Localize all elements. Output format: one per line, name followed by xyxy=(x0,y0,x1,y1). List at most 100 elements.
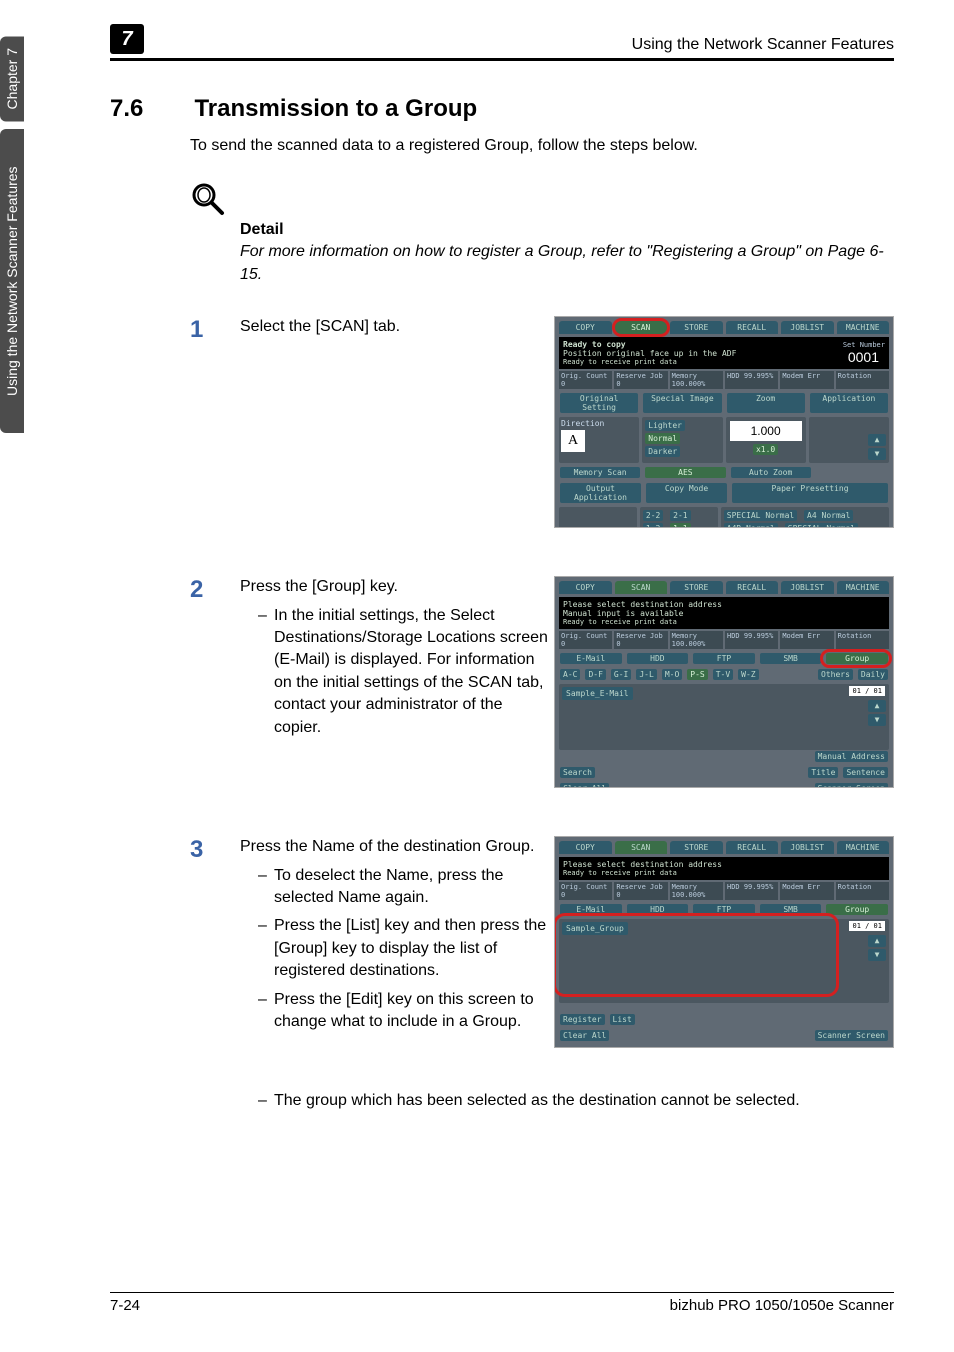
application-button[interactable]: Application xyxy=(810,393,888,413)
step-2-number: 2 xyxy=(190,576,234,604)
s3-banner-line2: Ready to receive print data xyxy=(563,869,722,877)
step-2-bullet-1: In the initial settings, the Select Dest… xyxy=(258,605,550,739)
s3-tab-scan[interactable]: SCAN xyxy=(615,841,668,854)
s2-alpha-6[interactable]: P-S xyxy=(687,669,707,680)
zoom-panel: 1.000 x1.0 xyxy=(726,417,806,463)
status-modem: Modem Err xyxy=(780,371,833,389)
s2-alpha-5[interactable]: M-O xyxy=(662,669,682,680)
darker-button[interactable]: Darker xyxy=(645,446,680,457)
tab-machine[interactable]: MACHINE xyxy=(837,321,890,334)
paper-4-button[interactable]: SPECIAL Normal xyxy=(785,523,858,528)
tab-store[interactable]: STORE xyxy=(670,321,723,334)
s3-tab-copy[interactable]: COPY xyxy=(559,841,612,854)
screenshot-scan-group: COPY SCAN STORE RECALL JOBLIST MACHINE P… xyxy=(554,836,894,1048)
copy-mode-label: Copy Mode xyxy=(646,483,727,503)
s3-list-item[interactable]: Sample_Group xyxy=(562,922,628,935)
copy-2-2-button[interactable]: 2-2 xyxy=(643,510,663,521)
memory-scan-button[interactable]: Memory Scan xyxy=(560,467,640,478)
s2-tab-copy[interactable]: COPY xyxy=(559,581,612,594)
s2-dest-smb[interactable]: SMB xyxy=(760,653,822,664)
s2-alpha-8[interactable]: W-Z xyxy=(738,669,758,680)
s2-tab-joblist[interactable]: JOBLIST xyxy=(781,581,834,594)
s3-tab-recall[interactable]: RECALL xyxy=(726,841,779,854)
special-image-button[interactable]: Special Image xyxy=(643,393,721,413)
s3-scanner-screen-button[interactable]: Scanner Screen xyxy=(815,1030,888,1041)
s3-dest-ftp[interactable]: FTP xyxy=(693,904,755,915)
s3-register-button[interactable]: Register xyxy=(560,1014,605,1025)
s2-arrow-up-icon[interactable]: ▲ xyxy=(868,700,886,712)
step-3: 3 Press the Name of the destination Grou… xyxy=(190,836,894,1086)
copy-2-1-button[interactable]: 2-1 xyxy=(670,510,690,521)
s3-dest-smb[interactable]: SMB xyxy=(760,904,822,915)
s3-dest-group[interactable]: Group xyxy=(826,904,888,915)
s2-search-button[interactable]: Search xyxy=(560,767,595,778)
s2-dest-hdd[interactable]: HDD xyxy=(627,653,689,664)
s3-clear-all-button[interactable]: Clear All xyxy=(560,1030,609,1041)
aes-button[interactable]: AES xyxy=(645,467,725,478)
s2-manual-address-button[interactable]: Manual Address xyxy=(815,751,888,762)
s2-scanner-screen-button[interactable]: Scanner Screen xyxy=(815,783,888,788)
s2-dest-email[interactable]: E-Mail xyxy=(560,653,622,664)
original-setting-button[interactable]: Original Setting xyxy=(560,393,638,413)
s3-arrow-down-icon[interactable]: ▼ xyxy=(868,949,886,961)
s2-tab-store[interactable]: STORE xyxy=(670,581,723,594)
s3-arrow-up-icon[interactable]: ▲ xyxy=(868,935,886,947)
s3-dest-hdd[interactable]: HDD xyxy=(627,904,689,915)
running-header: Using the Network Scanner Features xyxy=(70,36,894,54)
status-orig-count: Orig. Count 0 xyxy=(559,371,612,389)
s2-alpha-1[interactable]: A-C xyxy=(560,669,580,680)
s2-others-button[interactable]: Others xyxy=(818,669,853,680)
tab-joblist[interactable]: JOBLIST xyxy=(781,321,834,334)
s2-dest-group[interactable]: Group xyxy=(826,653,888,664)
s2-alpha-4[interactable]: J-L xyxy=(636,669,656,680)
set-number-label: Set Number xyxy=(842,341,885,349)
application-panel: ▲ ▼ xyxy=(809,417,889,463)
section-number: 7.6 xyxy=(110,95,190,123)
paper-3-button[interactable]: A4R Normal xyxy=(724,523,778,528)
s2-alpha-2[interactable]: D-F xyxy=(585,669,605,680)
s2-list-area: Sample_E-Mail 01 / 01 ▲ ▼ xyxy=(559,684,889,750)
s2-banner-line1: Please select destination address xyxy=(563,600,722,609)
header-rule xyxy=(110,58,894,61)
s3-list-button[interactable]: List xyxy=(610,1014,635,1025)
s3-dest-email[interactable]: E-Mail xyxy=(560,904,622,915)
tab-copy[interactable]: COPY xyxy=(559,321,612,334)
direction-label: Direction xyxy=(561,419,637,428)
tab-scan[interactable]: SCAN xyxy=(615,321,668,334)
zoom-x1-button[interactable]: x1.0 xyxy=(753,444,778,455)
s2-tab-recall[interactable]: RECALL xyxy=(726,581,779,594)
s3-tab-joblist[interactable]: JOBLIST xyxy=(781,841,834,854)
s2-sentence-button[interactable]: Sentence xyxy=(843,767,888,778)
status-rotation: Rotation xyxy=(836,371,889,389)
s2-daily-button[interactable]: Daily xyxy=(858,669,888,680)
paper-2-button[interactable]: A4 Normal xyxy=(804,510,853,521)
zoom-value: 1.000 xyxy=(730,421,802,441)
output-icons-panel xyxy=(559,507,637,528)
s2-alpha-3[interactable]: G-I xyxy=(611,669,631,680)
s2-alpha-7[interactable]: T-V xyxy=(713,669,733,680)
side-tab-chapter: Chapter 7 xyxy=(0,36,24,121)
status-hdd: HDD 99.995% xyxy=(725,371,778,389)
paper-panel: SPECIAL Normal A4 Normal A4R Normal SPEC… xyxy=(721,507,889,528)
normal-button[interactable]: Normal xyxy=(645,433,680,444)
s2-title-button[interactable]: Title xyxy=(808,767,838,778)
zoom-label: Zoom xyxy=(727,393,805,413)
output-application-button[interactable]: Output Application xyxy=(560,483,641,503)
arrow-up-icon[interactable]: ▲ xyxy=(868,434,886,446)
lighter-button[interactable]: Lighter xyxy=(645,420,685,431)
s3-tab-store[interactable]: STORE xyxy=(670,841,723,854)
s2-clear-all-button[interactable]: Clear All xyxy=(560,783,609,788)
s2-tab-scan[interactable]: SCAN xyxy=(615,581,668,594)
s2-tab-machine[interactable]: MACHINE xyxy=(837,581,890,594)
arrow-down-icon[interactable]: ▼ xyxy=(868,448,886,460)
s2-dest-ftp[interactable]: FTP xyxy=(693,653,755,664)
detail-block: Detail For more information on how to re… xyxy=(240,221,894,286)
tab-recall[interactable]: RECALL xyxy=(726,321,779,334)
s3-tab-machine[interactable]: MACHINE xyxy=(837,841,890,854)
copy-1-1-button[interactable]: 1-1 xyxy=(670,523,690,528)
s2-list-item[interactable]: Sample_E-Mail xyxy=(562,687,633,700)
s2-arrow-down-icon[interactable]: ▼ xyxy=(868,714,886,726)
copy-1-2-button[interactable]: 1-2 xyxy=(643,523,663,528)
paper-1-button[interactable]: SPECIAL Normal xyxy=(724,510,797,521)
auto-zoom-button[interactable]: Auto Zoom xyxy=(731,467,811,478)
